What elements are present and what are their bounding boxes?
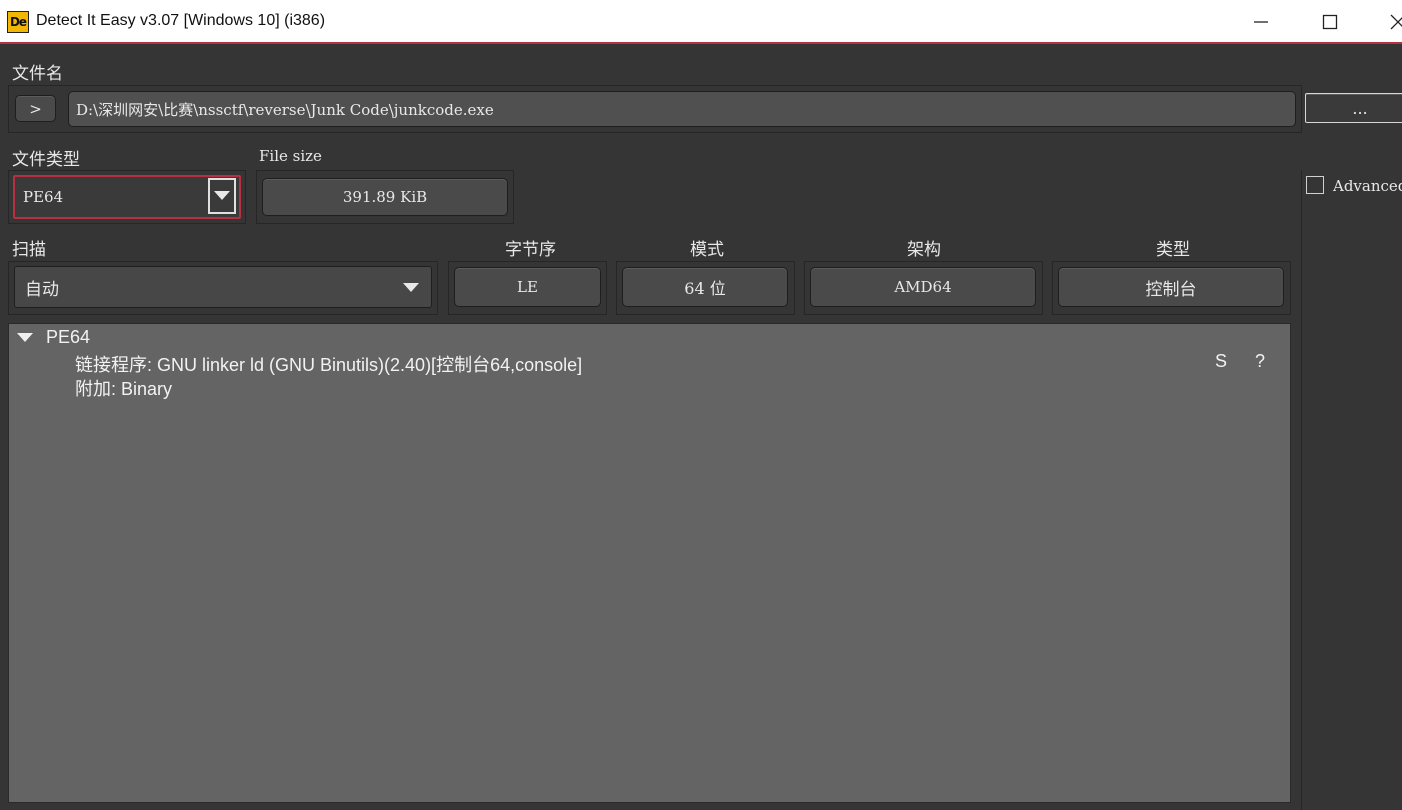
info-question-button[interactable]: ? [1255, 351, 1265, 372]
endian-label: 字节序 [505, 240, 556, 259]
mode-button[interactable]: 64 位 [622, 267, 788, 307]
endian-button[interactable]: LE [454, 267, 601, 307]
file-size-value: 391.89 KiB [342, 188, 428, 206]
advanced-label: Advanced [1333, 177, 1402, 195]
minimize-icon [1254, 21, 1268, 23]
chevron-down-icon [403, 283, 419, 292]
advanced-panel [1301, 170, 1402, 810]
file-type-label: 文件类型 [12, 150, 80, 169]
maximize-button[interactable] [1310, 8, 1350, 36]
file-size-button[interactable]: 391.89 KiB [262, 178, 508, 216]
chevron-right-icon: > [29, 99, 42, 118]
tree-row-linker[interactable]: 链接程序: GNU linker ld (GNU Binutils)(2.40)… [75, 351, 582, 377]
file-type-dropdown-button[interactable] [208, 178, 236, 214]
endian-value: LE [517, 278, 538, 296]
browse-label: ... [1352, 98, 1368, 118]
file-size-label: File size [259, 147, 322, 165]
expand-button[interactable]: > [15, 95, 56, 122]
close-button[interactable] [1378, 8, 1402, 36]
window-title: Detect It Easy v3.07 [Windows 10] (i386) [36, 12, 326, 29]
arch-value: AMD64 [894, 278, 952, 296]
signature-s-button[interactable]: S [1215, 351, 1227, 372]
file-type-value: PE64 [23, 188, 64, 206]
scan-label: 扫描 [12, 240, 46, 259]
results-tree[interactable]: PE64 链接程序: GNU linker ld (GNU Binutils)(… [8, 323, 1291, 803]
file-name-label: 文件名 [12, 64, 63, 83]
chevron-down-icon [214, 191, 230, 200]
file-path-field[interactable]: D:\深圳网安\比赛\nssctf\reverse\Junk Code\junk… [68, 91, 1296, 127]
type-value: 控制台 [1145, 279, 1197, 299]
scan-select[interactable]: 自动 [14, 266, 432, 308]
type-label: 类型 [1156, 240, 1190, 259]
mode-label: 模式 [690, 240, 724, 259]
scan-value: 自动 [25, 279, 59, 299]
mode-value: 64 位 [684, 279, 726, 298]
caret-down-icon[interactable] [17, 333, 33, 345]
type-button[interactable]: 控制台 [1058, 267, 1284, 307]
maximize-icon [1322, 14, 1338, 30]
advanced-checkbox[interactable] [1306, 176, 1324, 194]
tree-row-overlay[interactable]: 附加: Binary [75, 375, 172, 401]
minimize-button[interactable] [1241, 8, 1281, 36]
arch-label: 架构 [907, 240, 941, 259]
close-icon [1390, 14, 1402, 30]
arch-button[interactable]: AMD64 [810, 267, 1036, 307]
title-bar: De Detect It Easy v3.07 [Windows 10] (i3… [0, 0, 1402, 44]
tree-root-pe64[interactable]: PE64 [46, 327, 90, 348]
browse-button[interactable]: ... [1305, 93, 1402, 123]
file-type-select[interactable]: PE64 [13, 175, 241, 219]
die-app-icon: De [7, 11, 29, 33]
